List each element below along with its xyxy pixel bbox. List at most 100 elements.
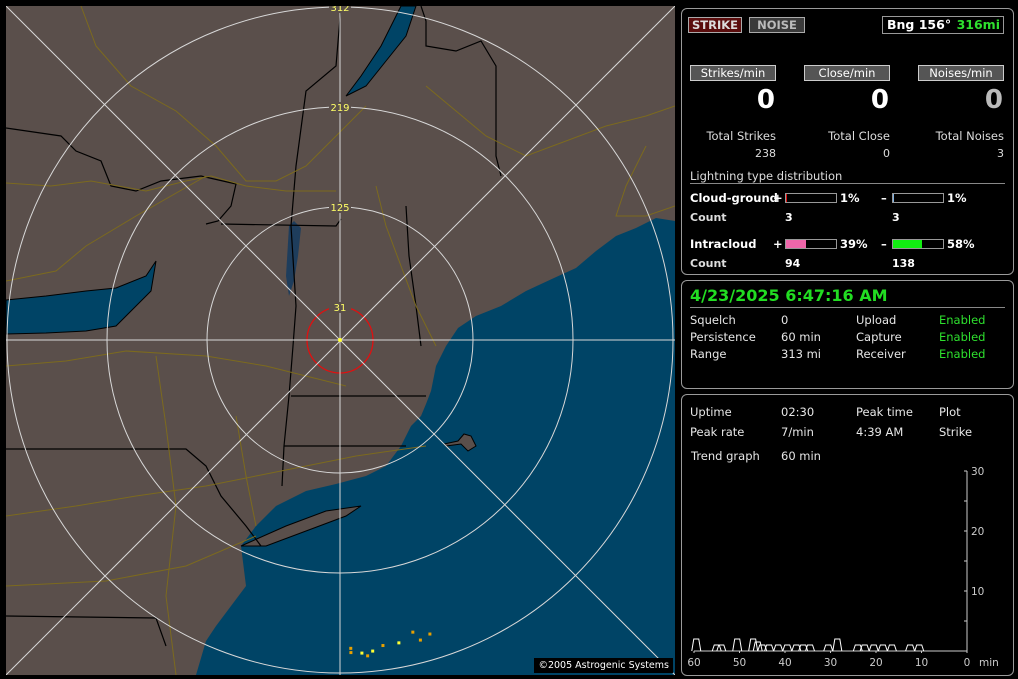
ic-count-label: Count [690, 257, 727, 270]
plot-value[interactable]: Strike [939, 425, 972, 439]
cgneg-fill [893, 194, 894, 202]
total-noises-value: 3 [997, 147, 1004, 160]
distribution-divider [690, 183, 1005, 184]
ic-neg-bar [892, 239, 944, 249]
receiver-value: Enabled [939, 347, 986, 361]
trend-bar [914, 644, 925, 652]
trend-panel: Uptime 02:30 Peak time Plot Peak rate 7/… [681, 394, 1014, 676]
icpos-fill [786, 240, 806, 248]
peak-time-label: Peak time [856, 405, 913, 419]
x-tick-label: 30 [824, 657, 837, 669]
upload-value: Enabled [939, 313, 986, 327]
trend-bar [832, 638, 843, 652]
trend-bar [886, 644, 897, 652]
cg-neg-bar [892, 193, 944, 203]
status-divider [690, 307, 1005, 308]
bearing-value: Bng 156° [887, 17, 952, 32]
strike-marker [349, 651, 353, 655]
lightning-map[interactable]: 31 125 219 312 ©2005 Astrogenic Systems [6, 6, 675, 675]
x-unit-label: min [979, 657, 999, 669]
strike-marker [381, 644, 385, 648]
current-datetime: 4/23/2025 6:47:16 AM [690, 286, 888, 305]
ic-pos-bar [785, 239, 837, 249]
ic-neg-pct: 58% [947, 237, 975, 251]
strike-marker [418, 638, 422, 642]
y-tick-label: 20 [971, 526, 984, 538]
cg-count-label: Count [690, 211, 727, 224]
status-panel: 4/23/2025 6:47:16 AM Squelch 0 Upload En… [681, 280, 1014, 389]
distance-value: 316mi [956, 17, 1000, 32]
ic-neg-count: 138 [892, 257, 915, 270]
peak-rate-value: 7/min [781, 425, 814, 439]
receiver-location [338, 338, 342, 342]
distribution-title: Lightning type distribution [690, 169, 843, 183]
trend-bar [823, 644, 834, 652]
trend-bar [782, 644, 793, 652]
st-lawrence-river [345, 6, 417, 97]
capture-value: Enabled [939, 330, 986, 344]
copyright-notice: ©2005 Astrogenic Systems [534, 658, 673, 673]
x-tick-label: 10 [915, 657, 928, 669]
intracloud-label: Intracloud [690, 237, 757, 251]
ic-pos-sign: + [773, 237, 783, 251]
persistence-value: 60 min [781, 330, 821, 344]
range-label: 312 [330, 6, 349, 14]
squelch-value: 0 [781, 313, 789, 327]
counts-panel: STRIKE NOISE Bng 156° 316mi Strikes/min … [681, 8, 1014, 275]
x-tick-label: 50 [733, 657, 746, 669]
strikes-per-min-value: 0 [756, 85, 775, 115]
trend-bar [868, 644, 879, 652]
trend-bar [691, 638, 702, 652]
strike-marker [411, 630, 415, 634]
bearing-readout: Bng 156° 316mi [882, 16, 1004, 34]
total-close-value: 0 [883, 147, 890, 160]
trend-bar [732, 638, 743, 652]
strike-marker [366, 654, 370, 658]
ic-neg-sign: – [881, 237, 887, 251]
uptime-label: Uptime [690, 405, 732, 419]
map-canvas: 31 125 219 312 [6, 6, 675, 675]
peak-time-value: 4:39 AM [856, 425, 904, 439]
atlantic-ocean [196, 218, 675, 675]
x-tick-label: 0 [964, 657, 971, 669]
persistence-label: Persistence [690, 330, 756, 344]
trend-graph: 10 20 30 60 50 40 30 20 10 0 min [687, 466, 999, 669]
strike-marker [397, 641, 401, 645]
cg-pos-pct: 1% [840, 191, 860, 205]
range-label: 31 [334, 303, 347, 314]
total-strikes-value: 238 [755, 147, 776, 160]
icneg-fill [893, 240, 922, 248]
lake-ontario [6, 260, 157, 335]
trend-bar [773, 644, 784, 652]
total-noises-label: Total Noises [935, 129, 1004, 143]
ic-pos-count: 94 [785, 257, 801, 270]
noise-mode-button[interactable]: NOISE [749, 17, 805, 33]
trend-bar [877, 644, 888, 652]
x-tick-label: 60 [687, 657, 700, 669]
strike-mode-button[interactable]: STRIKE [688, 17, 742, 33]
ic-pos-pct: 39% [840, 237, 868, 251]
x-tick-label: 40 [778, 657, 791, 669]
uptime-value: 02:30 [781, 405, 815, 419]
range-label: 219 [330, 103, 349, 114]
cloud-ground-label: Cloud-ground [690, 191, 778, 205]
close-per-min-button[interactable]: Close/min [804, 65, 890, 81]
total-close-label: Total Close [828, 129, 890, 143]
cg-pos-sign: + [773, 191, 783, 205]
x-tick-label: 20 [869, 657, 882, 669]
noises-per-min-value: 0 [984, 85, 1003, 115]
strikes-per-min-button[interactable]: Strikes/min [690, 65, 776, 81]
strike-marker [360, 651, 364, 655]
cg-neg-pct: 1% [947, 191, 967, 205]
plot-label: Plot [939, 405, 961, 419]
total-strikes-label: Total Strikes [706, 129, 776, 143]
range-value: 313 mi [781, 347, 822, 361]
noises-per-min-button[interactable]: Noises/min [918, 65, 1004, 81]
close-per-min-value: 0 [870, 85, 889, 115]
cg-pos-bar [785, 193, 837, 203]
strike-marker [371, 649, 375, 653]
y-tick-label: 30 [971, 466, 984, 478]
receiver-label: Receiver [856, 347, 906, 361]
strike-marker [428, 632, 432, 636]
trend-bar [905, 644, 916, 652]
